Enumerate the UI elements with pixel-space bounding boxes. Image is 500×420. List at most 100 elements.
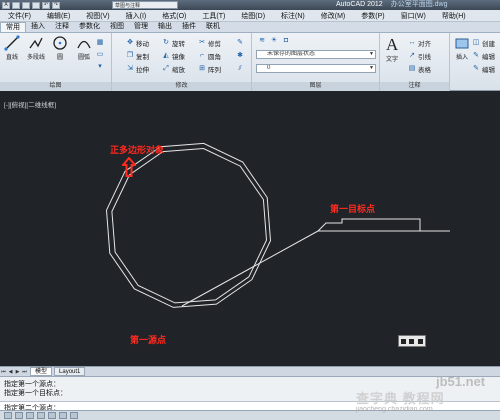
text-tool-button[interactable]: A 文字 — [382, 35, 402, 63]
mirror-label: 镜像 — [172, 53, 185, 61]
insert-block-icon — [455, 38, 469, 49]
arc-tool-button[interactable]: 圆弧 — [74, 35, 94, 61]
rectangle-tool-button[interactable]: ▭ — [96, 49, 104, 60]
up-arrow-icon — [122, 157, 136, 177]
drawing-viewport[interactable]: [-][俯视][二维线框] 正多边形对象 第一目标点 第一源点 — [0, 91, 500, 366]
fillet-button[interactable]: ⌐ 圆角 — [198, 50, 221, 61]
rotate-button[interactable]: ↻ 旋转 — [162, 37, 185, 48]
polar-icon[interactable] — [37, 412, 45, 419]
menu-dimension[interactable]: 标注(N) — [273, 11, 313, 21]
open-file-icon[interactable] — [22, 1, 30, 9]
target-step-shape[interactable] — [317, 218, 421, 232]
polygon-annotation: 正多边形对象 — [110, 145, 165, 155]
osnap-icon[interactable] — [48, 412, 56, 419]
edit-attributes-button[interactable]: ✎ 编辑 — [472, 63, 495, 74]
tab-layout1[interactable]: Layout1 — [54, 367, 86, 376]
ortho-icon[interactable] — [26, 412, 34, 419]
draw-panel: 直线 多段线 圆 圆弧 ▦ ▭ ▾ 绘图 — [0, 33, 112, 91]
mirror-button[interactable]: ◭ 镜像 — [162, 50, 185, 61]
table-button[interactable]: ▤ 表格 — [408, 63, 431, 74]
next-layout-icon[interactable]: ▶ — [14, 369, 21, 375]
scale-button[interactable]: ⤢ 缩放 — [162, 63, 185, 74]
menu-modify[interactable]: 修改(M) — [313, 11, 354, 21]
last-layout-icon[interactable]: ⏭ — [21, 369, 28, 375]
first-layout-icon[interactable]: ⏮ — [0, 369, 7, 375]
rotate-label: 旋转 — [172, 40, 185, 48]
leader-icon: ↗ — [409, 51, 415, 59]
tab-view[interactable]: 视图 — [105, 22, 129, 32]
tab-plugins[interactable]: 插件 — [177, 22, 201, 32]
menu-file[interactable]: 文件(F) — [0, 11, 39, 21]
chevron-down-icon: ▼ — [369, 65, 374, 71]
tab-insert[interactable]: 插入 — [26, 22, 50, 32]
erase-button[interactable]: ✎ — [236, 37, 244, 48]
pan-icon[interactable] — [400, 338, 406, 344]
menu-parametric[interactable]: 参数(P) — [353, 11, 392, 21]
rectangle-icon: ▭ — [96, 50, 104, 58]
layer-on-button[interactable]: ☀ — [270, 35, 278, 46]
prev-layout-icon[interactable]: ◀ — [7, 369, 14, 375]
layer-state-value: 未保存的图层状态 — [267, 51, 316, 57]
stretch-button[interactable]: ⇲ 拉伸 — [126, 63, 149, 74]
ribbon: 直线 多段线 圆 圆弧 ▦ ▭ ▾ 绘图 ✥ 移动 ❐ 复制 ⇲ 拉伸 ↻ 旋转 ◭ 镜像… — [0, 33, 500, 91]
command-history-line: 指定第一个目标点： — [4, 390, 67, 397]
undo-icon[interactable]: ↶ — [42, 1, 50, 9]
workspace-select[interactable]: 草图与注释 — [112, 1, 178, 9]
tab-annotate[interactable]: 注释 — [50, 22, 74, 32]
move-button[interactable]: ✥ 移动 — [126, 37, 149, 48]
tab-home[interactable]: 常用 — [0, 22, 26, 32]
new-file-icon[interactable] — [12, 1, 20, 9]
tab-parametric[interactable]: 参数化 — [74, 22, 105, 32]
app-menu-icon[interactable]: A — [2, 1, 10, 9]
tab-online[interactable]: 联机 — [201, 22, 225, 32]
layer-lock-button[interactable]: ◘ — [282, 35, 290, 46]
mirror-icon: ◭ — [163, 51, 169, 59]
offset-button[interactable]: ⫽ — [236, 63, 244, 74]
array-button[interactable]: ⊞ 阵列 — [198, 63, 221, 74]
redo-icon[interactable]: ↷ — [52, 1, 60, 9]
otrack-icon[interactable] — [59, 412, 67, 419]
edit-attributes-icon: ✎ — [473, 64, 479, 72]
copy-label: 复制 — [136, 53, 149, 61]
menu-draw[interactable]: 绘图(D) — [233, 11, 273, 21]
edit-block-label: 编辑 — [482, 53, 495, 61]
lock-icon: ◘ — [283, 36, 289, 44]
menu-insert[interactable]: 插入(I) — [118, 11, 155, 21]
drawing-canvas[interactable] — [0, 91, 500, 366]
navigation-widget[interactable] — [398, 335, 426, 347]
insert-block-button[interactable]: 插入 — [452, 35, 472, 61]
tab-manage[interactable]: 管理 — [129, 22, 153, 32]
hatch-tool-button[interactable]: ▦ — [96, 37, 104, 48]
layer-state-dropdown[interactable]: 未保存的图层状态 ▼ — [256, 50, 376, 59]
tab-model[interactable]: 模型 — [30, 367, 53, 376]
create-block-button[interactable]: ◫ 创建 — [472, 37, 495, 48]
connection-line[interactable] — [181, 230, 319, 307]
grid-icon[interactable] — [15, 412, 23, 419]
circle-tool-button[interactable]: 圆 — [50, 35, 70, 61]
menu-view[interactable]: 视图(V) — [78, 11, 117, 21]
menu-edit[interactable]: 编辑(E) — [39, 11, 78, 21]
orbit-icon[interactable] — [418, 338, 424, 344]
copy-button[interactable]: ❐ 复制 — [126, 50, 149, 61]
draw-more-button[interactable]: ▾ — [96, 61, 104, 72]
trim-button[interactable]: ✂ 修剪 — [198, 37, 221, 48]
menu-help[interactable]: 帮助(H) — [434, 11, 474, 21]
zoom-icon[interactable] — [409, 338, 415, 344]
snap-icon[interactable] — [4, 412, 12, 419]
current-layer-dropdown[interactable]: 0 ▼ — [256, 64, 376, 73]
explode-button[interactable]: ✱ — [236, 50, 244, 61]
lineweight-icon[interactable] — [70, 412, 78, 419]
leader-button[interactable]: ↗ 引线 — [408, 50, 431, 61]
tab-output[interactable]: 输出 — [153, 22, 177, 32]
menu-format[interactable]: 格式(O) — [154, 11, 194, 21]
line-tool-button[interactable]: 直线 — [2, 35, 22, 61]
align-button[interactable]: ↔ 对齐 — [408, 37, 432, 48]
layer-properties-button[interactable]: ≋ — [258, 35, 266, 46]
polyline-tool-button[interactable]: 多段线 — [26, 35, 46, 61]
menu-tools[interactable]: 工具(T) — [194, 11, 233, 21]
save-icon[interactable] — [32, 1, 40, 9]
menu-window[interactable]: 窗口(W) — [393, 11, 434, 21]
edit-block-button[interactable]: ✎ 编辑 — [472, 50, 495, 61]
scale-label: 缩放 — [172, 66, 185, 74]
annotation-panel: A 文字 ↔ 对齐 ↗ 引线 ▤ 表格 注释 — [380, 33, 450, 91]
